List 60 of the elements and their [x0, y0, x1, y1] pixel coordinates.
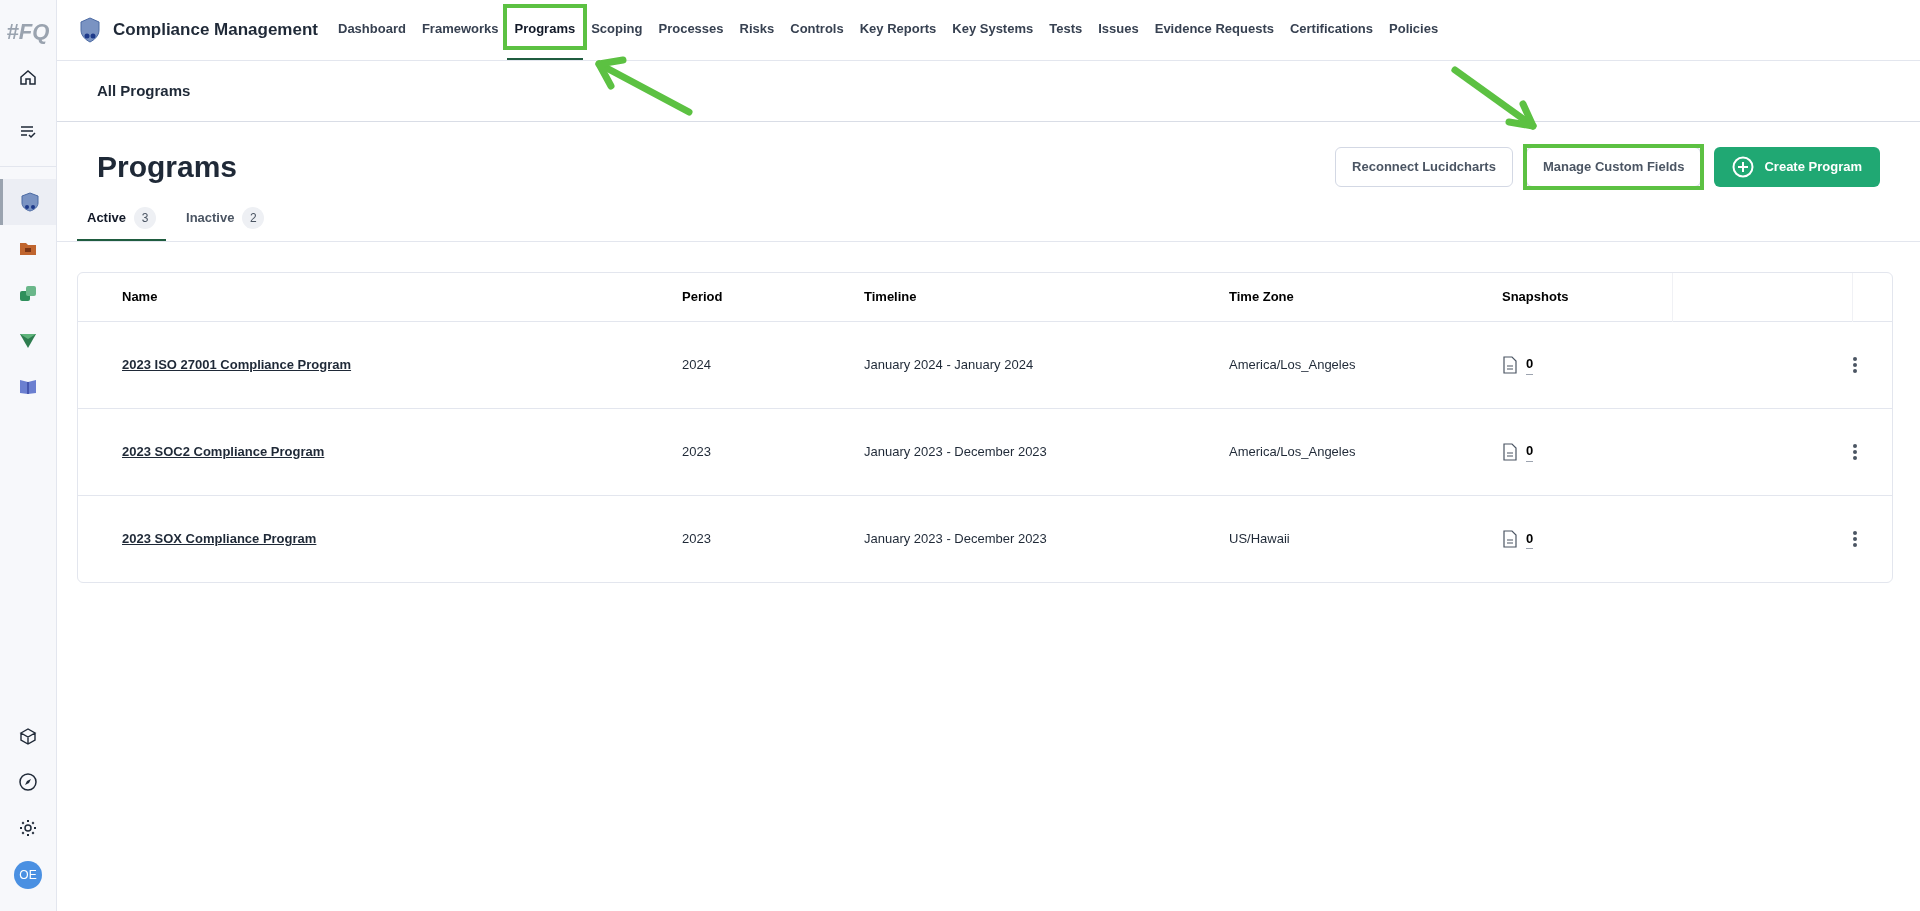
- compass-icon: [18, 772, 38, 792]
- column-header: Period: [682, 289, 723, 304]
- nav-tab[interactable]: Programs: [506, 0, 584, 60]
- table-cell: America/Los_Angeles: [1229, 356, 1356, 372]
- nav-tab[interactable]: Risks: [731, 0, 783, 60]
- nav-tab[interactable]: Tests: [1041, 0, 1091, 60]
- nav-tab[interactable]: Dashboard: [330, 0, 414, 60]
- column-header: Name: [122, 289, 158, 304]
- snapshot-count-link[interactable]: 0: [1526, 528, 1534, 549]
- action-button[interactable]: Manage Custom Fields: [1525, 146, 1702, 187]
- table-cell: US/Hawaii: [1229, 531, 1290, 546]
- more-options-icon[interactable]: [1852, 355, 1858, 374]
- plus-icon: [1732, 155, 1755, 178]
- tab-label: Active: [87, 209, 127, 228]
- count-badge: 3: [134, 207, 157, 229]
- page-title: Programs: [97, 149, 238, 185]
- table-cell: January 2024 - January 2024: [864, 356, 1034, 372]
- app-title: Compliance Management: [113, 19, 318, 42]
- nav-tab[interactable]: Controls: [782, 0, 852, 60]
- logo: #FQ: [6, 17, 50, 46]
- status-tab[interactable]: Inactive 2: [176, 207, 275, 241]
- sidebar-item[interactable]: [0, 179, 56, 225]
- more-options-icon[interactable]: [1852, 442, 1858, 461]
- stacked-squares-icon: [18, 284, 38, 304]
- count-badge: 2: [242, 207, 265, 229]
- nav-tab[interactable]: Issues: [1090, 0, 1147, 60]
- shield-logo-icon: [79, 17, 101, 43]
- more-options-icon[interactable]: [1852, 529, 1858, 548]
- program-link[interactable]: 2023 ISO 27001 Compliance Program: [122, 356, 352, 372]
- table-cell: January 2023 - December 2023: [864, 531, 1047, 546]
- table-cell: 2023: [682, 443, 711, 459]
- box-icon: [18, 726, 38, 746]
- table-cell: 2024: [682, 356, 711, 372]
- nav-tab[interactable]: Policies: [1381, 0, 1447, 60]
- status-tab[interactable]: Active 3: [77, 207, 167, 241]
- table-cell: January 2023 - December 2023: [864, 443, 1047, 459]
- nav-tab[interactable]: Processes: [650, 0, 732, 60]
- table-cell: America/Los_Angeles: [1229, 443, 1356, 459]
- home-icon: [18, 67, 38, 87]
- nav-tab[interactable]: Scoping: [583, 0, 651, 60]
- nav-tab[interactable]: Key Reports: [851, 0, 945, 60]
- column-header: Time Zone: [1229, 289, 1294, 304]
- tab-label: Inactive: [186, 209, 235, 228]
- nav-tab[interactable]: Evidence Requests: [1146, 0, 1282, 60]
- table-cell: 2023: [682, 531, 711, 546]
- snapshot-count-link[interactable]: 0: [1526, 441, 1534, 462]
- nav-tab[interactable]: Certifications: [1281, 0, 1381, 60]
- program-link[interactable]: 2023 SOX Compliance Program: [122, 531, 317, 546]
- document-icon: [1502, 442, 1518, 461]
- nav-tab[interactable]: Key Systems: [944, 0, 1042, 60]
- shield-icon: [19, 192, 40, 212]
- document-icon: [1502, 355, 1518, 374]
- column-header: Timeline: [864, 289, 917, 304]
- snapshot-count-link[interactable]: 0: [1526, 354, 1534, 375]
- document-icon: [1502, 529, 1518, 548]
- program-link[interactable]: 2023 SOC2 Compliance Program: [122, 443, 325, 459]
- breadcrumb: All Programs: [97, 80, 191, 101]
- action-button[interactable]: Reconnect Lucidcharts: [1335, 146, 1513, 187]
- column-header: Snapshots: [1502, 289, 1569, 304]
- nav-tab[interactable]: Frameworks: [413, 0, 507, 60]
